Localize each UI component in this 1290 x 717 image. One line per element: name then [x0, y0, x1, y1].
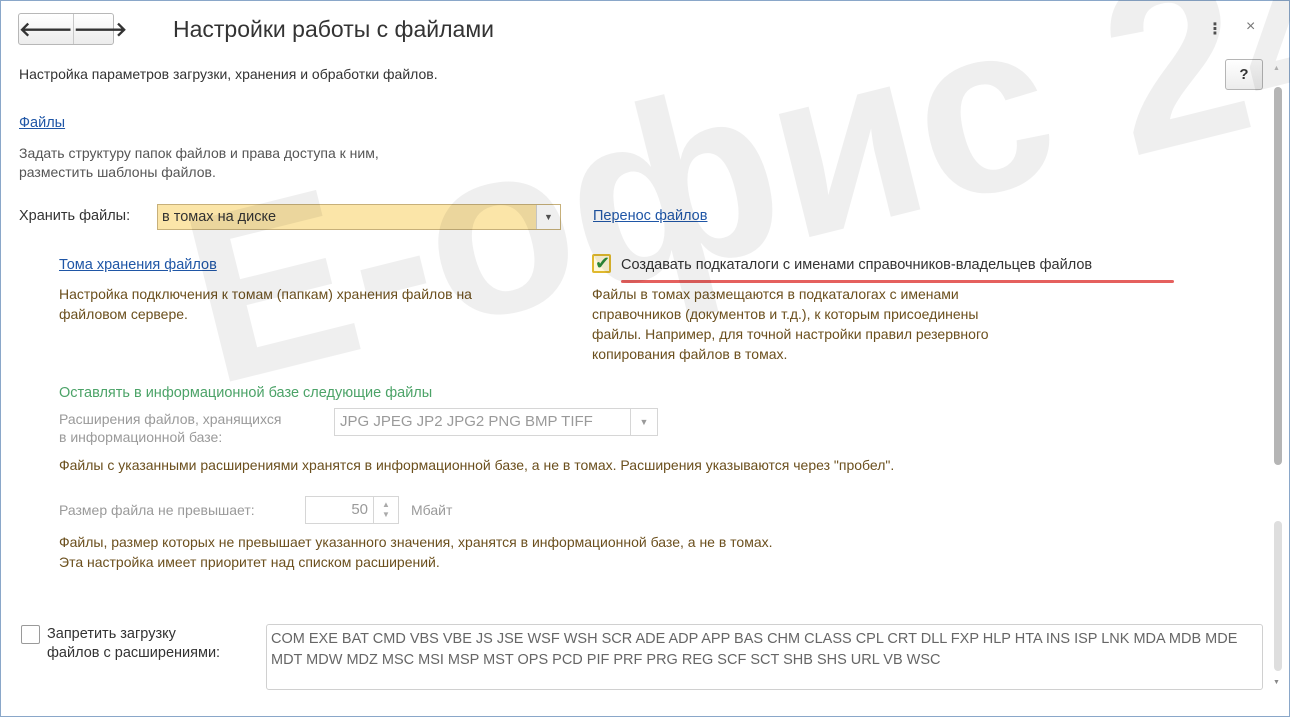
ext-label: Расширения файлов, хранящихся в информац… — [59, 410, 281, 446]
extensions-value: JPG JPEG JP2 JPG2 PNG BMP TIFF — [340, 413, 593, 430]
subdirs-note-line4: копирования файлов в томах. — [592, 346, 788, 362]
forbid-label-line1: Запретить загрузку — [47, 626, 176, 642]
forward-arrow-icon[interactable]: 🡒 — [72, 14, 127, 44]
subdirs-note-line1: Файлы в томах размещаются в подкаталогах… — [592, 286, 959, 302]
scroll-down-icon[interactable]: ▼ — [1273, 679, 1280, 686]
spin-icon[interactable]: ▲ ▼ — [373, 497, 398, 523]
storage-select[interactable]: в томах на диске ▼ — [157, 204, 561, 230]
forbidden-extensions-field[interactable]: COM EXE BAT CMD VBS VBE JS JSE WSF WSH S… — [266, 624, 1263, 690]
page-title: Настройки работы с файлами — [173, 16, 494, 42]
subdirs-note-line2: справочников (документов и т.д.), к кото… — [592, 306, 979, 322]
ext-label-line2: в информационной базе: — [59, 429, 223, 445]
close-icon[interactable]: × — [1246, 18, 1255, 36]
size-note-line1: Файлы, размер которых не превышает указа… — [59, 534, 773, 550]
files-note-line2: разместить шаблоны файлов. — [19, 164, 216, 180]
size-stepper[interactable]: 50 ▲ ▼ — [305, 496, 399, 524]
more-menu-icon[interactable]: ⋮ — [1207, 19, 1223, 39]
scroll-thumb[interactable] — [1274, 87, 1282, 465]
scroll-track-lower — [1274, 521, 1282, 671]
chevron-down-icon[interactable]: ▼ — [536, 205, 560, 229]
ext-label-line1: Расширения файлов, хранящихся — [59, 411, 282, 427]
forbid-label-line2: файлов с расширениями: — [47, 645, 221, 661]
ext-note: Файлы с указанными расширениями хранятся… — [59, 457, 895, 473]
keep-in-db-heading: Оставлять в информационной базе следующи… — [59, 385, 433, 401]
size-value: 50 — [351, 501, 368, 518]
scroll-up-icon[interactable]: ▲ — [1273, 65, 1280, 72]
page-description: Настройка параметров загрузки, хранения … — [19, 66, 438, 82]
size-unit: Мбайт — [411, 502, 453, 518]
volumes-note-line1: Настройка подключения к томам (папкам) х… — [59, 286, 472, 302]
volumes-note-line2: файловом сервере. — [59, 306, 188, 322]
storage-label: Хранить файлы: — [19, 208, 131, 224]
forbid-label: Запретить загрузку файлов с расширениями… — [47, 625, 220, 663]
forbid-checkbox[interactable] — [21, 625, 40, 644]
volumes-note: Настройка подключения к томам (папкам) х… — [59, 284, 472, 324]
subdirs-note: Файлы в томах размещаются в подкаталогах… — [592, 284, 989, 364]
chevron-down-icon[interactable]: ▼ — [630, 409, 657, 435]
size-note-line2: Эта настройка имеет приоритет над списко… — [59, 554, 440, 570]
files-link[interactable]: Файлы — [19, 115, 65, 131]
transfer-files-link[interactable]: Перенос файлов — [593, 208, 707, 224]
nav-buttons: 🡐 🡒 — [18, 13, 127, 45]
subdirs-checkbox[interactable] — [592, 253, 611, 274]
volumes-link[interactable]: Тома хранения файлов — [59, 257, 217, 273]
settings-window: 🡐 🡒 Настройки работы с файлами ⋮ × Настр… — [0, 0, 1290, 717]
extensions-field[interactable]: JPG JPEG JP2 JPG2 PNG BMP TIFF ▼ — [334, 408, 658, 436]
size-note: Файлы, размер которых не превышает указа… — [59, 532, 773, 572]
back-arrow-icon[interactable]: 🡐 — [19, 14, 73, 44]
subdirs-label: Создавать подкаталоги с именами справочн… — [621, 257, 1093, 273]
files-note: Задать структуру папок файлов и права до… — [19, 144, 379, 182]
size-label: Размер файла не превышает: — [59, 502, 255, 518]
highlight-underline — [621, 280, 1174, 283]
subdirs-note-line3: файлы. Например, для точной настройки пр… — [592, 326, 989, 342]
help-button[interactable]: ? — [1225, 59, 1263, 90]
forbidden-extensions-value: COM EXE BAT CMD VBS VBE JS JSE WSF WSH S… — [271, 631, 1238, 668]
storage-select-value: в томах на диске — [162, 209, 277, 225]
files-note-line1: Задать структуру папок файлов и права до… — [19, 145, 379, 161]
